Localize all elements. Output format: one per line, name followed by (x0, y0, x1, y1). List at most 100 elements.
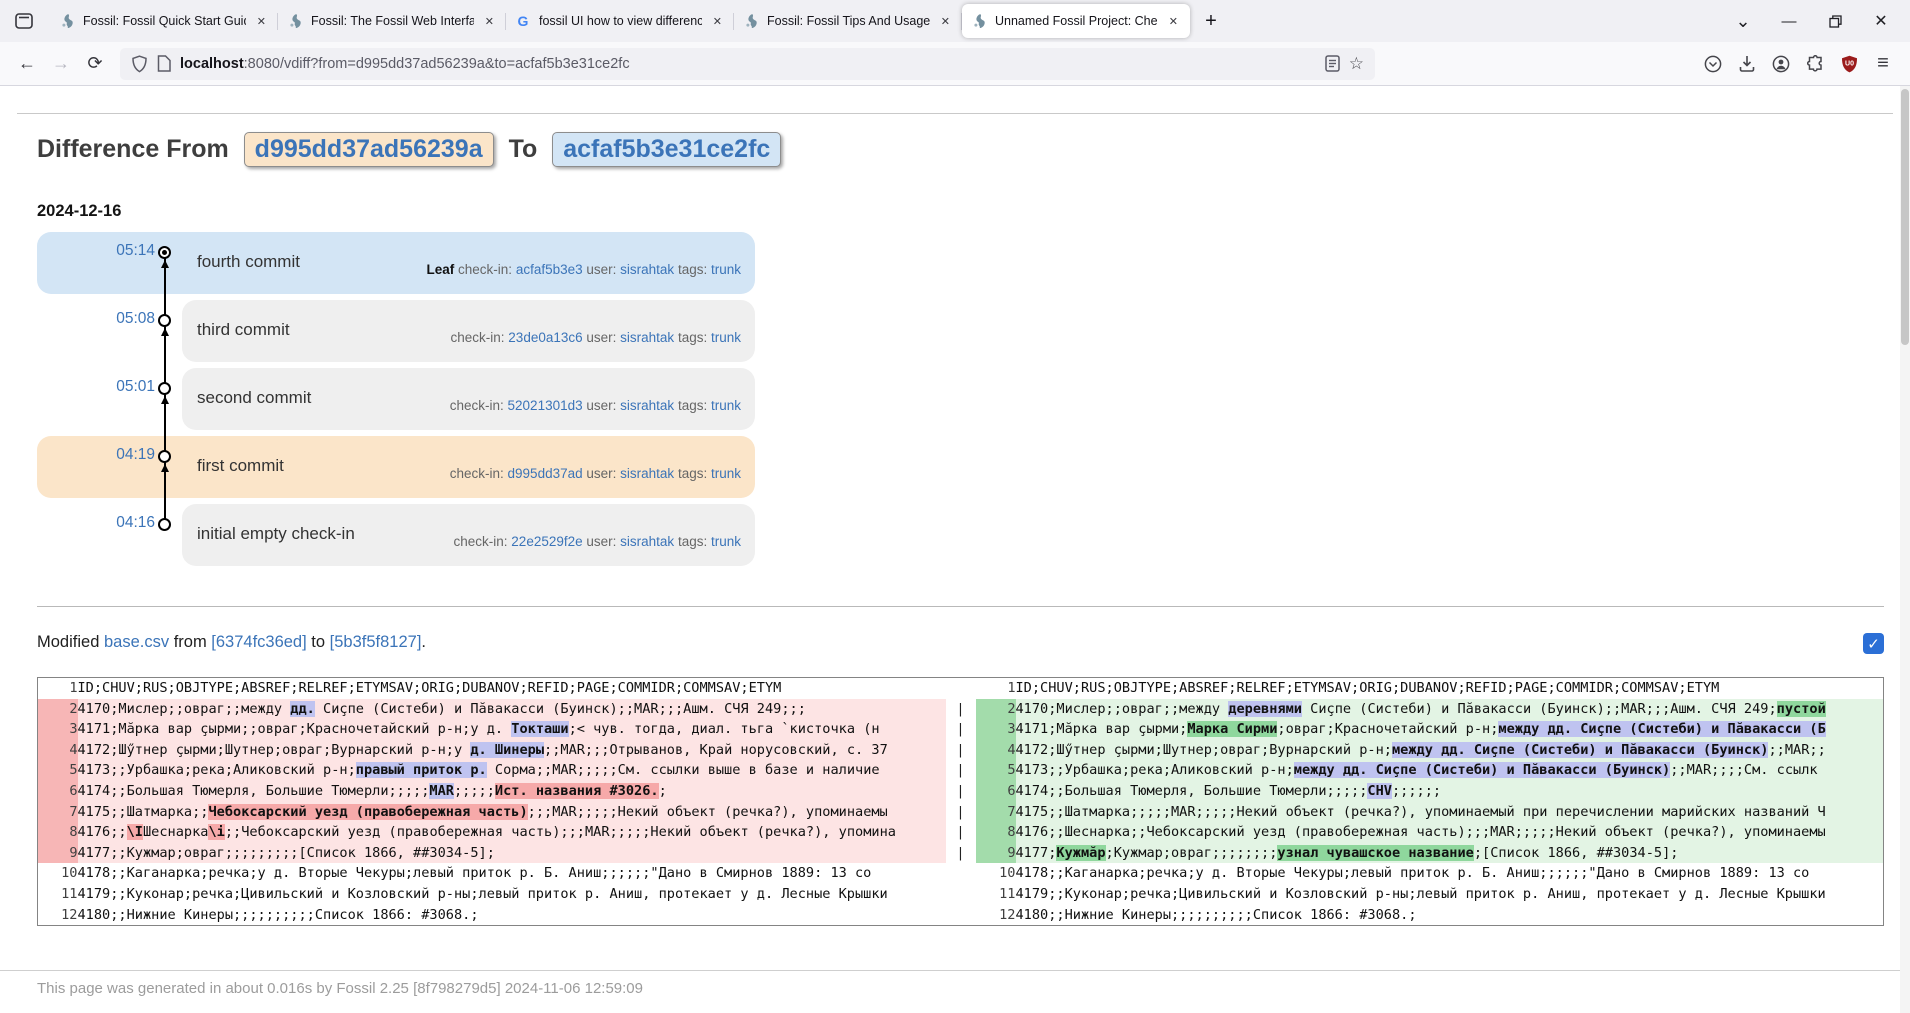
timeline-time-link[interactable]: 05:08 (67, 310, 155, 328)
page-title: Difference From d995dd37ad56239a To acfa… (37, 132, 1884, 166)
timeline-node[interactable] (158, 518, 171, 531)
checkin-hash-link[interactable]: 23de0a13c6 (508, 330, 582, 345)
tab-close-icon[interactable]: ✕ (710, 14, 725, 29)
navigation-bar: ← → ⟳ localhost:8080/vdiff?from=d995dd37… (0, 42, 1910, 86)
timeline-node[interactable] (158, 450, 171, 463)
diff-text-left: 4179;;Куконар;речка;Цивильский и Козловс… (78, 884, 946, 905)
diff-plain-segment: 4179;;Куконар;речка;Цивильский и Козловс… (1016, 886, 1826, 902)
diff-plain-segment: 4170;Мислер;;овраг;;между (78, 701, 291, 717)
diff-line-number-right: 1 (976, 678, 1016, 699)
checkin-hash-link[interactable]: acfaf5b3e3 (516, 262, 583, 277)
tab-bar: Fossil: Fossil Quick Start Guide✕Fossil:… (0, 0, 1910, 42)
page-footer: This page was generated in about 0.016s … (0, 970, 1910, 997)
timeline-arrow-up (161, 464, 169, 472)
checkin-hash-link[interactable]: 22e2529f2e (511, 534, 582, 549)
diff-line-number-left: 8 (38, 822, 78, 843)
url-bar[interactable]: localhost:8080/vdiff?from=d995dd37ad5623… (120, 48, 1375, 80)
tab-title: Fossil: Fossil Tips And Usage Hi (767, 14, 930, 28)
tag-link[interactable]: trunk (711, 398, 741, 413)
tag-link[interactable]: trunk (711, 262, 741, 277)
user-link[interactable]: sisrahtak (620, 262, 674, 277)
show-diff-checkbox[interactable]: ✓ (1863, 633, 1884, 654)
scrollbar-thumb[interactable] (1901, 89, 1909, 345)
downloads-button[interactable] (1730, 48, 1764, 80)
diff-line-number-left: 5 (38, 760, 78, 781)
tag-link[interactable]: trunk (711, 466, 741, 481)
tab-close-icon[interactable]: ✕ (1166, 14, 1181, 29)
detail-label: check-in: (454, 534, 512, 549)
diff-plain-segment: 4172;Шӳтнер çырми;Шутнер;овраг;Вурнарски… (1016, 742, 1392, 758)
tab-3[interactable]: Gfossil UI how to view difference✕ (506, 4, 734, 38)
pocket-button[interactable] (1696, 48, 1730, 80)
diff-separator: | (946, 760, 976, 781)
tab-2[interactable]: Fossil: The Fossil Web Interface✕ (278, 4, 506, 38)
to-hash-link[interactable]: acfaf5b3e31ce2fc (563, 135, 770, 163)
diff-text-left: 4171;Мăрка вар çырми;;овраг;Красночетайс… (78, 719, 946, 740)
timeline-time-link[interactable]: 05:01 (67, 378, 155, 396)
timeline-node[interactable] (158, 382, 171, 395)
bookmark-star-icon[interactable]: ☆ (1349, 54, 1364, 74)
checkin-hash-link[interactable]: d995dd37ad (508, 466, 583, 481)
timeline-time-link[interactable]: 05:14 (67, 242, 155, 260)
diff-del-segment: \i (208, 824, 224, 840)
modified-file-link[interactable]: base.csv (104, 633, 169, 651)
diff-separator: | (946, 781, 976, 802)
timeline-node[interactable] (158, 246, 171, 259)
tag-link[interactable]: trunk (711, 534, 741, 549)
diff-separator (946, 863, 976, 884)
back-button[interactable]: ← (10, 48, 44, 80)
list-all-tabs-button[interactable]: ⌄ (1720, 1, 1766, 41)
diff-plain-segment: ;;MAR;;;Отрыванов, Край норусовский, с. … (544, 742, 888, 758)
tab-close-icon[interactable]: ✕ (938, 14, 953, 29)
firefox-view-button[interactable] (6, 6, 42, 36)
user-link[interactable]: sisrahtak (620, 466, 674, 481)
extensions-button[interactable] (1798, 48, 1832, 80)
tab-5[interactable]: Unnamed Fossil Project: Check-i✕ (962, 4, 1190, 38)
from-artifact-link[interactable]: [6374fc36ed] (211, 633, 306, 651)
diff-del-segment: \I (127, 824, 143, 840)
diff-ins-segment: узнал чувашское название (1277, 845, 1473, 861)
browser-window: Fossil: Fossil Quick Start Guide✕Fossil:… (0, 0, 1910, 1013)
tab-close-icon[interactable]: ✕ (254, 14, 269, 29)
detail-label: user: (586, 534, 620, 549)
tracking-protection-shield-icon[interactable] (131, 55, 148, 73)
minimize-button[interactable]: — (1766, 1, 1812, 41)
diff-text-left: ID;CHUV;RUS;OBJTYPE;ABSREF;RELREF;ETYMSA… (78, 678, 946, 699)
to-artifact-link[interactable]: [5b3f5f8127] (330, 633, 422, 651)
from-hash-link[interactable]: d995dd37ad56239a (255, 135, 483, 163)
new-tab-button[interactable]: + (1194, 4, 1228, 38)
url-text[interactable]: localhost:8080/vdiff?from=d995dd37ad5623… (180, 56, 1316, 72)
reload-button[interactable]: ⟳ (78, 48, 112, 80)
diff-plain-segment: 4177; (1016, 845, 1057, 861)
tab-close-icon[interactable]: ✕ (482, 14, 497, 29)
reader-mode-icon[interactable] (1325, 55, 1340, 72)
forward-button[interactable]: → (44, 48, 78, 80)
download-icon (1739, 55, 1755, 72)
user-link[interactable]: sisrahtak (620, 330, 674, 345)
page-scrollbar[interactable] (1900, 86, 1910, 1013)
account-button[interactable] (1764, 48, 1798, 80)
tab-1[interactable]: Fossil: Fossil Quick Start Guide✕ (50, 4, 278, 38)
diff-plain-segment: 4173;;Урбашка;река;Аликовский р-н; (78, 762, 356, 778)
user-link[interactable]: sisrahtak (620, 398, 674, 413)
close-window-button[interactable]: ✕ (1858, 1, 1904, 41)
ublock-button[interactable]: U0 (1832, 48, 1866, 80)
diff-line-number-left: 2 (38, 699, 78, 720)
timeline-node[interactable] (158, 314, 171, 327)
timeline-time-link[interactable]: 04:16 (67, 514, 155, 532)
diff-text-right: 4172;Шӳтнер çырми;Шутнер;овраг;Вурнарски… (1016, 740, 1884, 761)
timeline-time-link[interactable]: 04:19 (67, 446, 155, 464)
restore-button[interactable] (1812, 1, 1858, 41)
tab-4[interactable]: Fossil: Fossil Tips And Usage Hi ✕ (734, 4, 962, 38)
account-icon (1772, 55, 1790, 73)
user-link[interactable]: sisrahtak (620, 534, 674, 549)
page-info-icon[interactable] (157, 55, 171, 72)
menu-button[interactable]: ≡ (1866, 48, 1900, 80)
diff-text-right: 4175;;Шатмарка;;;;;MAR;;;;;Некий объект … (1016, 802, 1884, 823)
diff-row: 104178;;Каганарка;речка;у д. Вторые Чеку… (38, 863, 1884, 884)
tag-link[interactable]: trunk (711, 330, 741, 345)
diff-plain-segment: 4180;;Нижние Кинеры;;;;;;;;;;Список 1866… (78, 907, 479, 923)
checkin-hash-link[interactable]: 52021301d3 (508, 398, 583, 413)
diff-line-number-left: 11 (38, 884, 78, 905)
diff-plain-segment: Шеснарка (143, 824, 208, 840)
